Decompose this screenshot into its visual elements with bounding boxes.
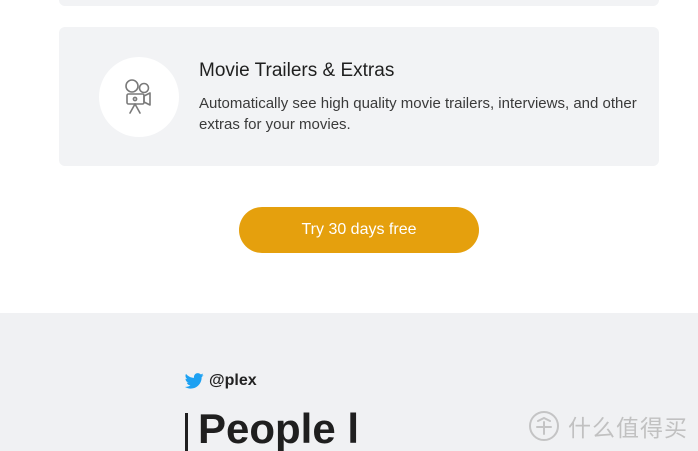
feature-icon-container	[99, 57, 179, 137]
watermark-text: 什么值得买	[568, 416, 688, 442]
twitter-handle-link[interactable]: @plex	[185, 372, 257, 390]
feature-card-movie-trailers: Movie Trailers & Extras Automatically se…	[59, 27, 659, 166]
previous-feature-card	[59, 0, 659, 6]
text-cursor	[185, 413, 188, 451]
twitter-section: @plex People l 什么值得买	[0, 313, 698, 451]
feature-title: Movie Trailers & Extras	[199, 60, 395, 81]
movie-camera-icon	[125, 79, 151, 114]
try-free-button[interactable]: Try 30 days free	[239, 207, 479, 253]
zhihu-mark-icon	[529, 411, 559, 441]
site-watermark: 什么值得买	[528, 409, 688, 443]
headline-text: People l	[198, 405, 360, 451]
twitter-handle: @plex	[209, 372, 257, 389]
feature-description: Automatically see high quality movie tra…	[199, 95, 637, 133]
twitter-bird-icon	[185, 373, 204, 389]
tweet-headline: People l	[185, 401, 359, 451]
page: Movie Trailers & Extras Automatically se…	[0, 0, 698, 451]
